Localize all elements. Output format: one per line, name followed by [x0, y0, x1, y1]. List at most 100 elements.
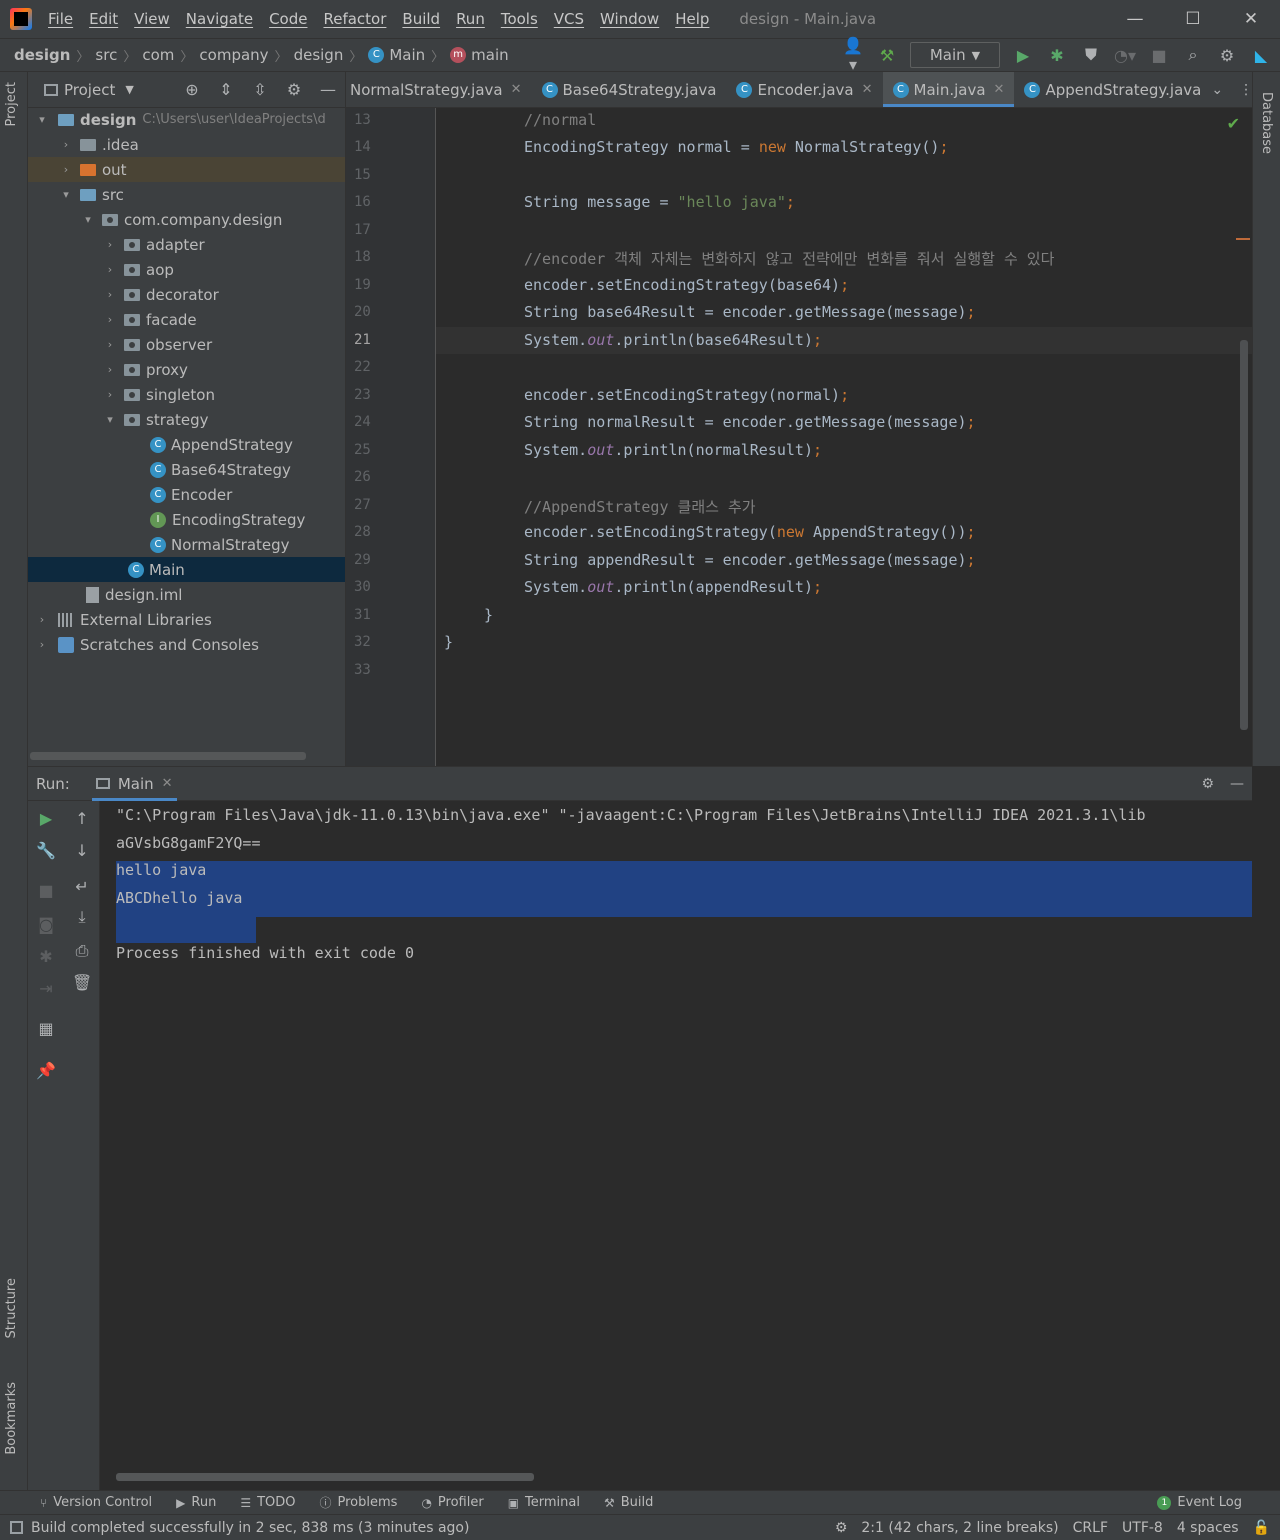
collapsed-arrow-icon[interactable]: › [58, 163, 74, 176]
project-horizontal-scrollbar[interactable] [30, 752, 306, 760]
menu-code[interactable]: Code [261, 10, 315, 28]
chevron-down-icon[interactable]: ▼ [125, 83, 133, 96]
menu-file[interactable]: File [40, 10, 81, 28]
tree-item-base64-strategy[interactable]: C Base64Strategy [28, 457, 345, 482]
tab-normal-strategy[interactable]: NormalStrategy.java ✕ [346, 72, 532, 107]
tree-item-observer[interactable]: › observer [28, 332, 345, 357]
tab-build[interactable]: ⚒ Build [604, 1495, 653, 1510]
project-tool-tab[interactable]: Project [4, 82, 19, 126]
tree-item-design-root[interactable]: ▾ design C:\Users\user\IdeaProjects\d [28, 107, 345, 132]
collapse-all-icon[interactable]: ⇳ [249, 80, 271, 99]
breadcrumb-company[interactable]: company [199, 46, 268, 64]
chevron-down-icon[interactable]: ⌄ [1211, 82, 1223, 98]
close-window-button[interactable]: ✕ [1222, 9, 1280, 29]
run-tab-main[interactable]: Main ✕ [91, 767, 177, 801]
more-options-icon[interactable]: ⋮ [1239, 82, 1252, 98]
tree-item-encoding-strategy[interactable]: I EncodingStrategy [28, 507, 345, 532]
collapsed-arrow-icon[interactable]: › [102, 338, 118, 351]
coverage-icon[interactable]: ⛊ [1080, 45, 1102, 65]
run-icon[interactable]: ▶ [1012, 46, 1034, 65]
menu-window[interactable]: Window [592, 10, 667, 28]
expanded-arrow-icon[interactable]: ▾ [80, 213, 96, 226]
breadcrumb-design[interactable]: design [294, 46, 344, 64]
no-problems-check-icon[interactable]: ✔ [1227, 114, 1240, 133]
collapsed-arrow-icon[interactable]: › [102, 388, 118, 401]
collapsed-arrow-icon[interactable]: › [102, 288, 118, 301]
caret-position[interactable]: 2:1 (42 chars, 2 line breaks) [861, 1520, 1058, 1536]
tree-item-encoder[interactable]: C Encoder [28, 482, 345, 507]
collapsed-arrow-icon[interactable]: › [102, 313, 118, 326]
tab-todo[interactable]: ☰ TODO [240, 1495, 295, 1510]
menu-refactor[interactable]: Refactor [315, 10, 394, 28]
tab-append-strategy[interactable]: C AppendStrategy.java [1014, 72, 1211, 107]
arrow-up-icon[interactable]: ↑ [72, 809, 92, 828]
file-encoding[interactable]: UTF-8 [1122, 1520, 1163, 1536]
collapsed-arrow-icon[interactable]: › [102, 238, 118, 251]
console-output[interactable]: "C:\Program Files\Java\jdk-11.0.13\bin\j… [100, 801, 1252, 1491]
menu-view[interactable]: View [126, 10, 178, 28]
menu-navigate[interactable]: Navigate [178, 10, 261, 28]
wrench-icon[interactable]: 🔧 [36, 841, 56, 860]
menu-edit[interactable]: Edit [81, 10, 126, 28]
structure-tool-tab[interactable]: Structure [4, 1278, 19, 1338]
arrow-down-icon[interactable]: ↓ [72, 841, 92, 860]
menu-build[interactable]: Build [394, 10, 448, 28]
collapsed-arrow-icon[interactable]: › [102, 363, 118, 376]
tree-item-main[interactable]: C Main [28, 557, 345, 582]
tree-item-design-iml[interactable]: design.iml [28, 582, 345, 607]
camera-icon[interactable]: ◙ [36, 915, 56, 934]
tree-item-normal-strategy[interactable]: C NormalStrategy [28, 532, 345, 557]
debug-icon[interactable]: ✱ [36, 947, 56, 966]
intellij-logo-icon[interactable] [10, 8, 32, 30]
collapsed-arrow-icon[interactable]: › [58, 138, 74, 151]
gear-icon[interactable]: ⚙ [283, 80, 305, 99]
expanded-arrow-icon[interactable]: ▾ [102, 413, 118, 426]
menu-vcs[interactable]: VCS [546, 10, 592, 28]
indent-setting[interactable]: 4 spaces [1177, 1520, 1239, 1536]
close-icon[interactable]: ✕ [162, 776, 173, 791]
menu-run[interactable]: Run [448, 10, 493, 28]
tab-base64-strategy[interactable]: C Base64Strategy.java [532, 72, 727, 107]
tree-item-external-libraries[interactable]: › External Libraries [28, 607, 345, 632]
tab-terminal[interactable]: ▣ Terminal [508, 1495, 580, 1510]
tab-main[interactable]: C Main.java ✕ [882, 72, 1015, 107]
inspection-icon[interactable]: ⚙ [835, 1520, 848, 1536]
tree-item-proxy[interactable]: › proxy [28, 357, 345, 382]
tree-item-src[interactable]: ▾ src [28, 182, 345, 207]
expanded-arrow-icon[interactable]: ▾ [34, 113, 50, 126]
stop-icon[interactable]: ■ [1148, 46, 1170, 65]
hide-panel-icon[interactable]: — [1230, 776, 1244, 792]
console-horizontal-scrollbar[interactable] [116, 1473, 534, 1481]
gear-icon[interactable]: ⚙ [1201, 776, 1214, 792]
tree-item-singleton[interactable]: › singleton [28, 382, 345, 407]
soft-wrap-icon[interactable]: ↵ [72, 877, 92, 896]
tree-item-package-root[interactable]: ▾ com.company.design [28, 207, 345, 232]
add-user-icon[interactable]: 👤▾ [842, 36, 864, 74]
run-configuration-select[interactable]: Main ▼ [910, 42, 1000, 68]
tree-item-scratches[interactable]: › Scratches and Consoles [28, 632, 345, 657]
breadcrumb-project[interactable]: design [14, 46, 70, 64]
search-icon[interactable]: ⌕ [1182, 45, 1204, 65]
tab-version-control[interactable]: ⑂ Version Control [40, 1495, 152, 1510]
line-separator[interactable]: CRLF [1073, 1520, 1108, 1536]
tree-item-facade[interactable]: › facade [28, 307, 345, 332]
collapsed-arrow-icon[interactable]: › [102, 263, 118, 276]
toggle-tool-windows-icon[interactable] [10, 1521, 23, 1534]
warning-stripe-marker[interactable] [1236, 238, 1250, 240]
trash-icon[interactable]: 🗑 [72, 973, 92, 992]
breadcrumb-main-method[interactable]: m main [450, 46, 509, 64]
collapsed-arrow-icon[interactable]: › [34, 613, 50, 626]
tab-profiler[interactable]: ◔ Profiler [421, 1495, 483, 1510]
tab-encoder[interactable]: C Encoder.java ✕ [726, 72, 882, 107]
code-editor[interactable]: 13 14 15 16 17 18 19 20 21 22 23 24 25 2… [346, 108, 1252, 766]
collapsed-arrow-icon[interactable]: › [34, 638, 50, 651]
tree-item-out[interactable]: › out [28, 157, 345, 182]
bookmarks-tool-tab[interactable]: Bookmarks [4, 1382, 19, 1455]
close-icon[interactable]: ✕ [862, 82, 873, 97]
breadcrumb-com[interactable]: com [142, 46, 174, 64]
tab-problems[interactable]: ⓘ Problems [320, 1494, 398, 1511]
layout-icon[interactable]: ▦ [36, 1019, 56, 1038]
unlock-icon[interactable]: 🔓 [1253, 1520, 1270, 1536]
exit-icon[interactable]: ⇥ [36, 979, 56, 998]
tree-item-decorator[interactable]: › decorator [28, 282, 345, 307]
